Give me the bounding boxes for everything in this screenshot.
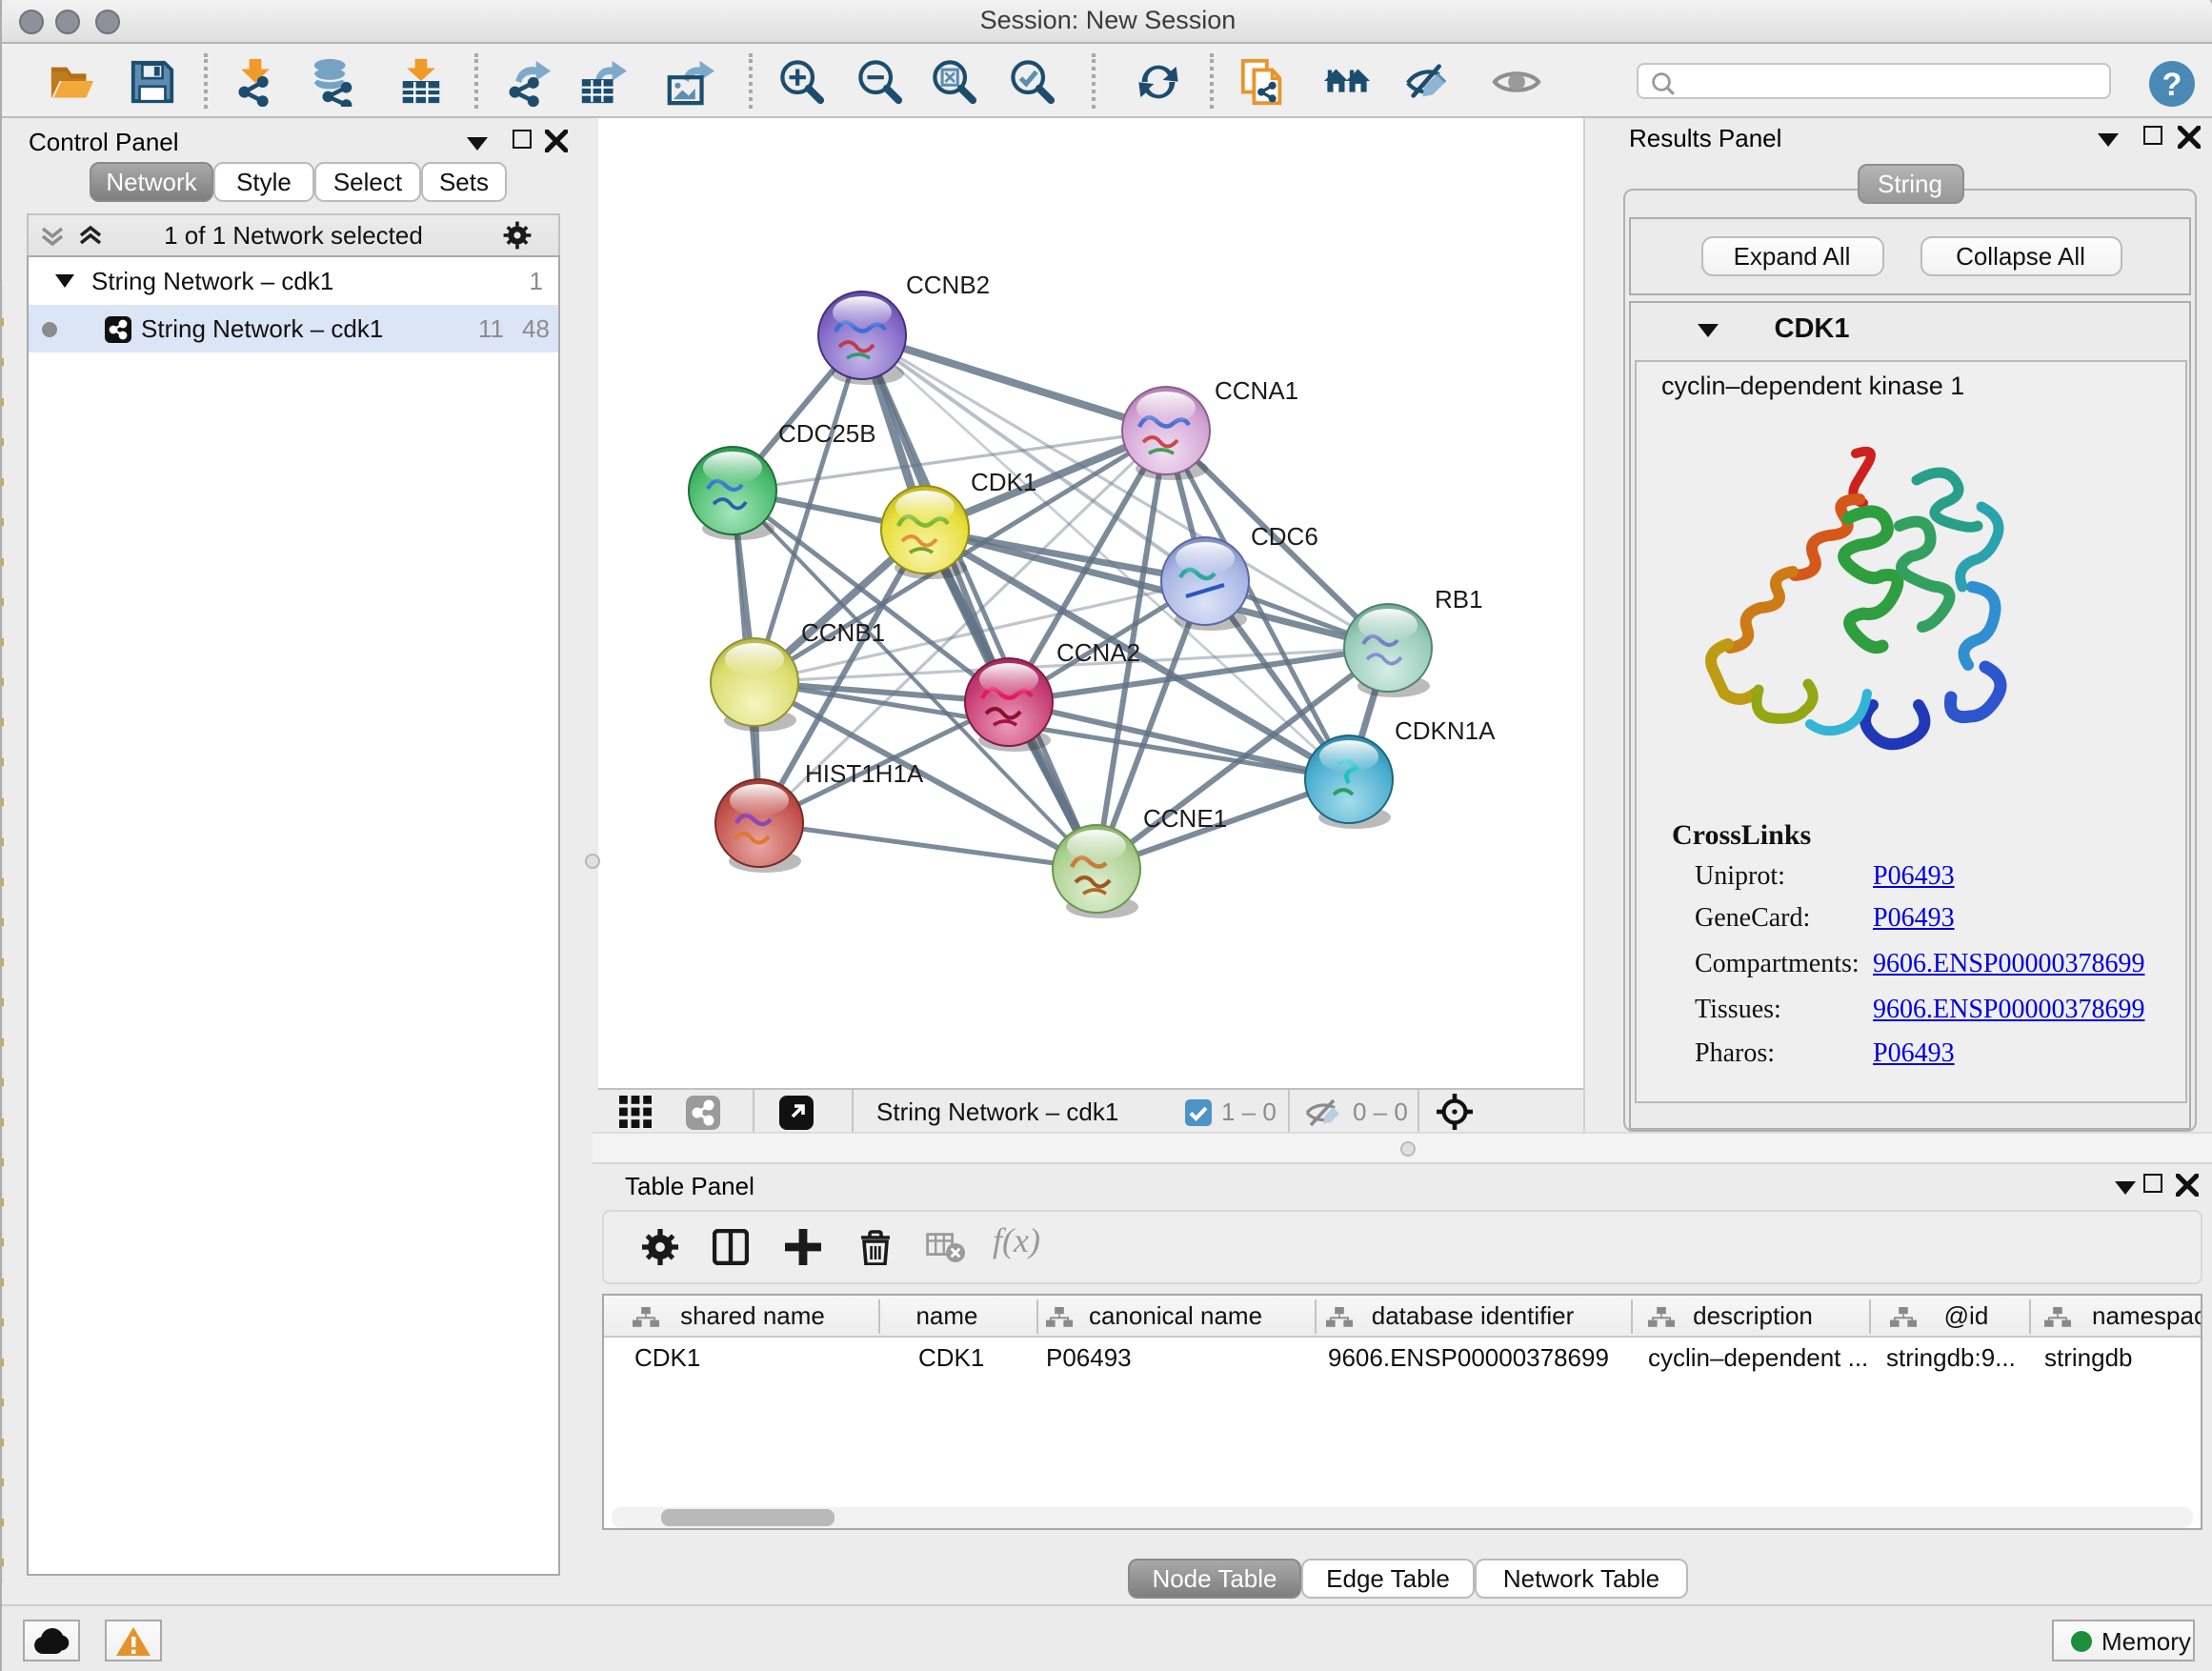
svg-text:CDK1: CDK1 bbox=[971, 468, 1036, 496]
svg-text:CCNE1: CCNE1 bbox=[1143, 804, 1227, 833]
svg-text:RB1: RB1 bbox=[1435, 585, 1483, 614]
svg-text:CDC6: CDC6 bbox=[1251, 522, 1318, 551]
svg-text:CCNA2: CCNA2 bbox=[1056, 638, 1140, 667]
svg-text:CCNB2: CCNB2 bbox=[906, 271, 990, 299]
svg-text:?: ? bbox=[2162, 67, 2182, 103]
svg-text:CDC25B: CDC25B bbox=[778, 419, 876, 448]
svg-text:HIST1H1A: HIST1H1A bbox=[805, 759, 924, 788]
svg-text:CCNB1: CCNB1 bbox=[801, 618, 885, 647]
svg-text:CDKN1A: CDKN1A bbox=[1395, 716, 1496, 745]
svg-text:CCNA1: CCNA1 bbox=[1215, 376, 1298, 405]
